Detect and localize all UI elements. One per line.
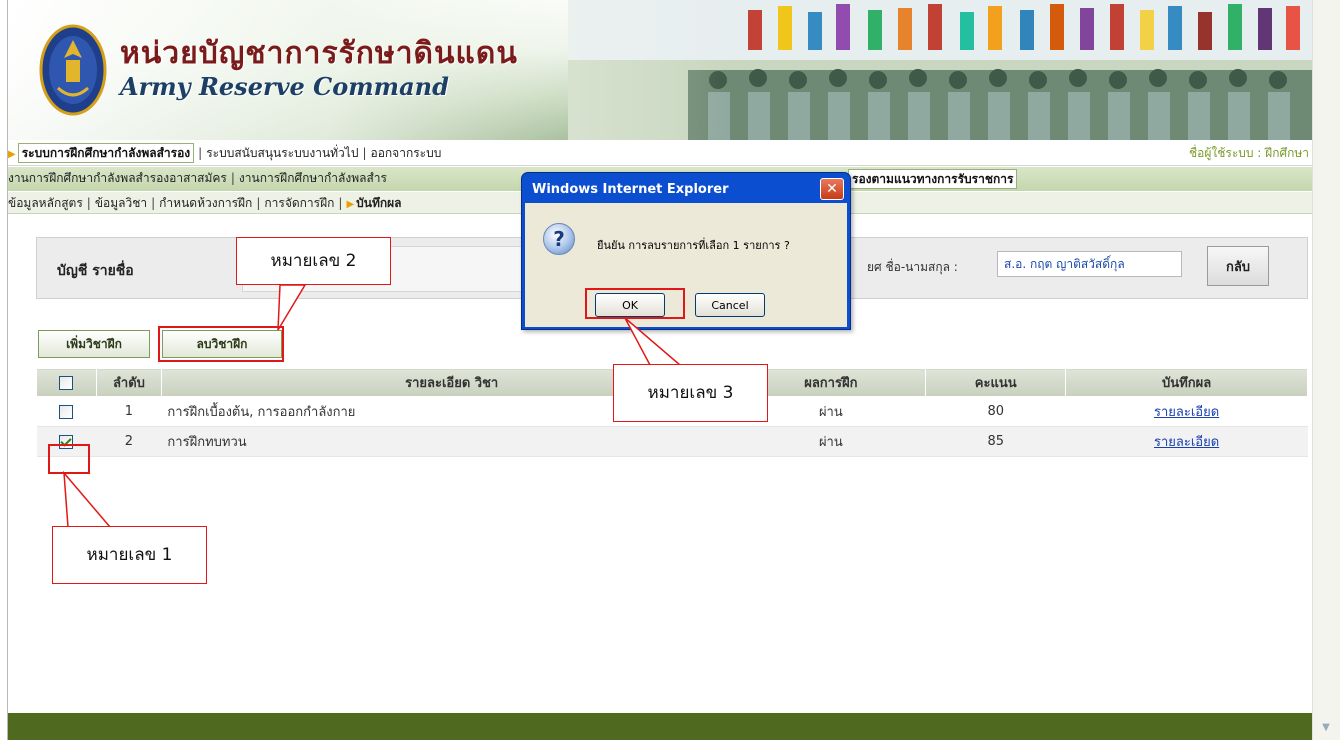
row-record-cell: รายละเอียด bbox=[1065, 426, 1308, 457]
row-select-cell bbox=[36, 396, 97, 427]
highlight-ok-button bbox=[585, 288, 685, 319]
dialog-close-button[interactable]: ✕ bbox=[820, 178, 844, 200]
menu-separator: | bbox=[338, 196, 343, 210]
row-detail: การฝึกทบทวน bbox=[161, 426, 736, 457]
menu-item-logout[interactable]: ออกจากระบบ bbox=[371, 142, 442, 164]
table-row: 2 การฝึกทบทวน ผ่าน 85 รายละเอียด bbox=[36, 426, 1308, 457]
select-all-header bbox=[36, 368, 97, 397]
column-header-order: ลำดับ bbox=[95, 368, 162, 397]
rank-name-label: ยศ ชื่อ-นามสกุล : bbox=[867, 260, 958, 274]
question-icon: ? bbox=[543, 223, 575, 255]
row-record-cell: รายละเอียด bbox=[1065, 396, 1308, 427]
task-item-record-current[interactable]: บันทึกผล bbox=[356, 192, 401, 213]
select-all-checkbox[interactable] bbox=[59, 375, 74, 390]
row-score: 85 bbox=[925, 426, 1066, 457]
task-item-manage[interactable]: การจัดการฝึก bbox=[264, 192, 334, 213]
menu-item-reserve-training[interactable]: ระบบการฝึกศึกษากำลังพลสำรอง bbox=[17, 143, 195, 163]
submenu-item-volunteer[interactable]: งานการฝึกศึกษากำลังพลสำรองอาสาสมัคร bbox=[8, 167, 227, 189]
callout-label-2: หมายเลข 2 bbox=[236, 237, 391, 285]
highlight-row-checkbox bbox=[48, 444, 90, 474]
main-menu: ▶ ระบบการฝึกศึกษากำลังพลสำรอง | ระบบสนับสนุ… bbox=[8, 142, 1312, 166]
scroll-down-arrow-icon[interactable]: ▼ bbox=[1318, 720, 1334, 736]
row-order: 2 bbox=[96, 426, 162, 457]
column-header-record: บันทึกผล bbox=[1065, 368, 1308, 397]
dialog-message: ยืนยัน การลบรายการที่เลือก 1 รายการ ? bbox=[597, 239, 790, 252]
user-label: ชื่อผู้ใช้ระบบ : ฝึกศึกษา bbox=[1188, 146, 1309, 160]
rank-name-value: ส.อ. กฤต ญาติสวัสดิ์กุล bbox=[997, 251, 1182, 277]
task-item-subject[interactable]: ข้อมูลวิชา bbox=[95, 192, 147, 213]
dialog-cancel-button[interactable]: Cancel bbox=[695, 293, 765, 317]
site-banner: หน่วยบัญชาการรักษาดินแดน Army Reserve Co… bbox=[8, 0, 1312, 140]
back-button[interactable]: กลับ bbox=[1207, 246, 1269, 286]
menu-separator: | bbox=[230, 171, 235, 185]
menu-arrow-icon: ▶ bbox=[346, 199, 355, 210]
menu-separator: | bbox=[362, 146, 367, 160]
menu-arrow-icon: ▶ bbox=[8, 149, 16, 160]
footer-bar bbox=[8, 713, 1312, 740]
menu-separator: | bbox=[86, 196, 91, 210]
row-order: 1 bbox=[96, 396, 162, 427]
panel-title: บัญชี รายชื่อ bbox=[57, 263, 134, 279]
row-detail-link[interactable]: รายละเอียด bbox=[1154, 405, 1219, 420]
submenu-item-reserve[interactable]: งานการฝึกศึกษากำลังพลสำร bbox=[239, 167, 387, 189]
row-checkbox[interactable] bbox=[59, 404, 74, 419]
dialog-title: Windows Internet Explorer bbox=[532, 182, 729, 197]
row-result: ผ่าน bbox=[735, 426, 926, 457]
menu-item-support-system[interactable]: ระบบสนับสนุนระบบงานทั่วไป bbox=[206, 142, 358, 164]
highlight-delete-button bbox=[158, 326, 284, 362]
menu-separator: | bbox=[151, 196, 156, 210]
submenu-item-active[interactable]: รองตามแนวทางการรับราชการ bbox=[848, 169, 1018, 189]
site-title-english: Army Reserve Command bbox=[120, 72, 449, 101]
vertical-scrollbar[interactable]: ▼ bbox=[1312, 0, 1340, 740]
site-title-thai: หน่วยบัญชาการรักษาดินแดน bbox=[120, 36, 518, 71]
confirm-dialog: Windows Internet Explorer ✕ ? ยืนยัน การ… bbox=[521, 172, 851, 330]
menu-separator: | bbox=[256, 196, 261, 210]
task-item-course[interactable]: ข้อมูลหลักสูตร bbox=[8, 192, 83, 213]
callout-label-3: หมายเลข 3 bbox=[613, 364, 768, 422]
army-emblem-icon bbox=[39, 24, 107, 116]
row-detail-link[interactable]: รายละเอียด bbox=[1154, 435, 1219, 450]
menu-separator: | bbox=[198, 146, 203, 160]
callout-label-1: หมายเลข 1 bbox=[52, 526, 207, 584]
row-score: 80 bbox=[925, 396, 1066, 427]
column-header-score: คะแนน bbox=[925, 368, 1067, 397]
add-subject-button[interactable]: เพิ่มวิชาฝึก bbox=[38, 330, 150, 358]
dialog-body: ? ยืนยัน การลบรายการที่เลือก 1 รายการ ? … bbox=[525, 203, 847, 327]
task-item-period[interactable]: กำหนดห้วงการฝึก bbox=[159, 192, 252, 213]
